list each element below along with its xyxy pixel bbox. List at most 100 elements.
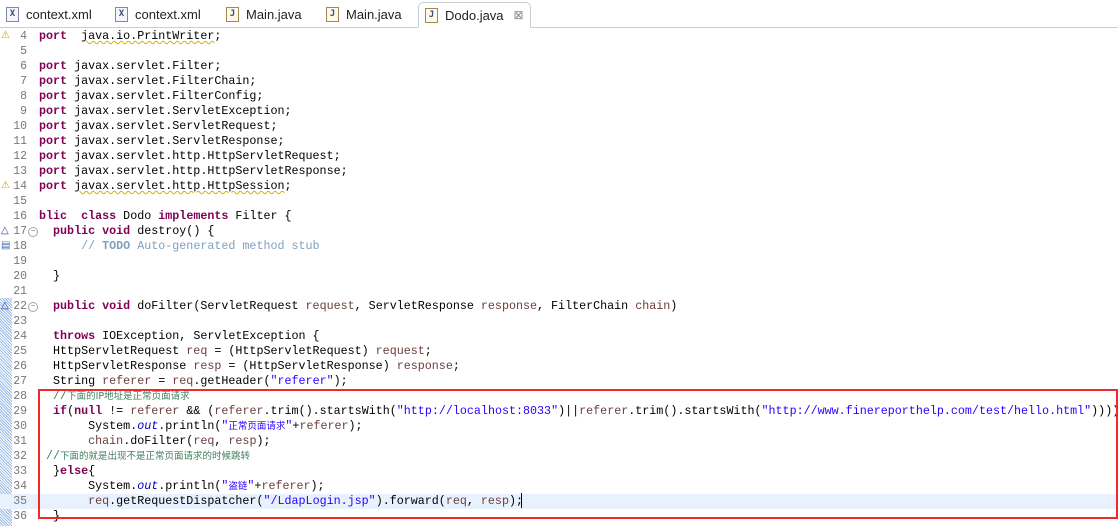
- code-token: ;: [424, 344, 432, 358]
- code-token: request: [305, 299, 355, 313]
- java-file-icon: J: [326, 7, 339, 22]
- code-token: javax.servlet.http.HttpSession: [74, 179, 285, 193]
- code-line[interactable]: 5: [0, 44, 1118, 59]
- line-number: 9: [20, 105, 27, 118]
- code-line[interactable]: 21: [0, 284, 1118, 299]
- code-token: request: [375, 344, 425, 358]
- code-line[interactable]: 27 String referer = req.getHeader("refer…: [0, 374, 1118, 389]
- code-line[interactable]: 13 port javax.servlet.http.HttpServletRes…: [0, 164, 1118, 179]
- code-token: class: [81, 209, 117, 223]
- code-token: IOException, ServletException {: [95, 329, 320, 343]
- line-number: 11: [13, 135, 27, 148]
- line-number: 4: [20, 30, 27, 43]
- highlight-annotation-box: [38, 389, 1118, 519]
- code-token: port: [39, 29, 68, 43]
- code-line[interactable]: 19: [0, 254, 1118, 269]
- code-text: }: [39, 269, 60, 284]
- warning-icon[interactable]: ⚠: [1, 29, 10, 44]
- code-token: javax.servlet.Filter;: [67, 59, 222, 73]
- tab-context-xml[interactable]: Xcontext.xml: [115, 3, 201, 26]
- code-token: blic: [39, 209, 68, 223]
- code-token: , FilterChain: [537, 299, 636, 313]
- tab-Dodo-java[interactable]: J Dodo.java ⊠: [418, 2, 531, 28]
- code-token: ;: [284, 179, 292, 193]
- xml-file-icon: X: [6, 7, 19, 22]
- code-token: void: [102, 224, 131, 238]
- code-token: public: [53, 299, 96, 313]
- code-token: =: [151, 374, 173, 388]
- code-token: referer: [102, 374, 152, 388]
- line-number: 30: [13, 420, 27, 433]
- code-text: public void doFilter(ServletRequest requ…: [39, 299, 677, 314]
- code-token: public: [53, 224, 96, 238]
- code-line[interactable]: 7 port javax.servlet.FilterChain;: [0, 74, 1118, 89]
- code-line[interactable]: 23: [0, 314, 1118, 329]
- code-line[interactable]: 14 ⚠ port javax.servlet.http.HttpSession;: [0, 179, 1118, 194]
- code-text: port javax.servlet.ServletException;: [39, 104, 292, 119]
- tab-Main-java[interactable]: J Main.java: [326, 3, 402, 26]
- line-number: 27: [13, 375, 27, 388]
- code-text: throws IOException, ServletException {: [39, 329, 320, 344]
- line-number: 32: [13, 450, 27, 463]
- code-token: response: [396, 359, 453, 373]
- line-number: 24: [13, 330, 27, 343]
- code-line[interactable]: 16 blic class Dodo implements Filter {: [0, 209, 1118, 224]
- code-token: javax.servlet.ServletResponse;: [67, 134, 285, 148]
- line-number: 14: [13, 180, 27, 193]
- task-icon[interactable]: ▤: [1, 239, 10, 254]
- fold-toggle-icon[interactable]: −: [28, 227, 38, 237]
- code-token: HttpServletRequest: [39, 344, 187, 358]
- code-token: port: [39, 104, 68, 118]
- code-token: Dodo: [116, 209, 159, 223]
- code-token: void: [102, 299, 131, 313]
- tab-Main-java[interactable]: J Main.java: [226, 3, 302, 26]
- code-line[interactable]: 10 port javax.servlet.ServletRequest;: [0, 119, 1118, 134]
- code-line[interactable]: 15: [0, 194, 1118, 209]
- line-number: 12: [13, 150, 27, 163]
- code-line[interactable]: 11 port javax.servlet.ServletResponse;: [0, 134, 1118, 149]
- code-token: javax.servlet.FilterConfig;: [67, 89, 264, 103]
- code-line[interactable]: 20 }: [0, 269, 1118, 284]
- code-text: // TODO Auto-generated method stub: [39, 239, 320, 254]
- code-line[interactable]: 9 port javax.servlet.ServletException;: [0, 104, 1118, 119]
- code-text: public void destroy() {: [39, 224, 214, 239]
- code-token: Auto-generated method stub: [130, 239, 320, 253]
- line-number: 36: [13, 510, 27, 523]
- fold-toggle-icon[interactable]: −: [28, 302, 38, 312]
- code-line[interactable]: 18 ▤ // TODO Auto-generated method stub: [0, 239, 1118, 254]
- code-line[interactable]: 6 port javax.servlet.Filter;: [0, 59, 1118, 74]
- code-line[interactable]: 26 HttpServletResponse resp = (HttpServl…: [0, 359, 1118, 374]
- code-token: TODO: [102, 239, 131, 253]
- code-token: javax.servlet.FilterChain;: [67, 74, 257, 88]
- line-number: 6: [20, 60, 27, 73]
- code-token: //: [81, 239, 103, 253]
- line-number: 34: [13, 480, 27, 493]
- code-line[interactable]: 22 △ − public void doFilter(ServletRequest…: [0, 299, 1118, 314]
- code-token: resp: [193, 359, 222, 373]
- code-text: port javax.servlet.http.HttpServletRespo…: [39, 164, 348, 179]
- text-caret: [521, 493, 522, 508]
- code-token: = (HttpServletResponse): [221, 359, 397, 373]
- code-token: "referer": [270, 374, 334, 388]
- code-text: port javax.servlet.ServletRequest;: [39, 119, 277, 134]
- code-line[interactable]: 25 HttpServletRequest req = (HttpServlet…: [0, 344, 1118, 359]
- code-token: ;: [452, 359, 460, 373]
- code-line[interactable]: 24 throws IOException, ServletException …: [0, 329, 1118, 344]
- code-line[interactable]: 17 △ − public void destroy() {: [0, 224, 1118, 239]
- override-icon[interactable]: △: [1, 299, 9, 314]
- tab-context-xml[interactable]: Xcontext.xml: [6, 3, 92, 26]
- tab-label: Main.java: [246, 7, 302, 22]
- code-line[interactable]: 8 port javax.servlet.FilterConfig;: [0, 89, 1118, 104]
- code-line[interactable]: 12 port javax.servlet.http.HttpServletReq…: [0, 149, 1118, 164]
- code-line[interactable]: 4 ⚠ port java.io.PrintWriter;: [0, 29, 1118, 44]
- editor-tab-bar: Xcontext.xml Xcontext.xml J Main.java J Main.…: [0, 0, 1118, 28]
- code-token: .getHeader(: [193, 374, 271, 388]
- close-tab-icon[interactable]: ⊠: [514, 8, 524, 22]
- warning-icon[interactable]: ⚠: [1, 179, 10, 194]
- line-number: 33: [13, 465, 27, 478]
- line-number: 16: [13, 210, 27, 223]
- override-icon[interactable]: △: [1, 224, 9, 239]
- java-file-warning-icon: J: [425, 7, 438, 23]
